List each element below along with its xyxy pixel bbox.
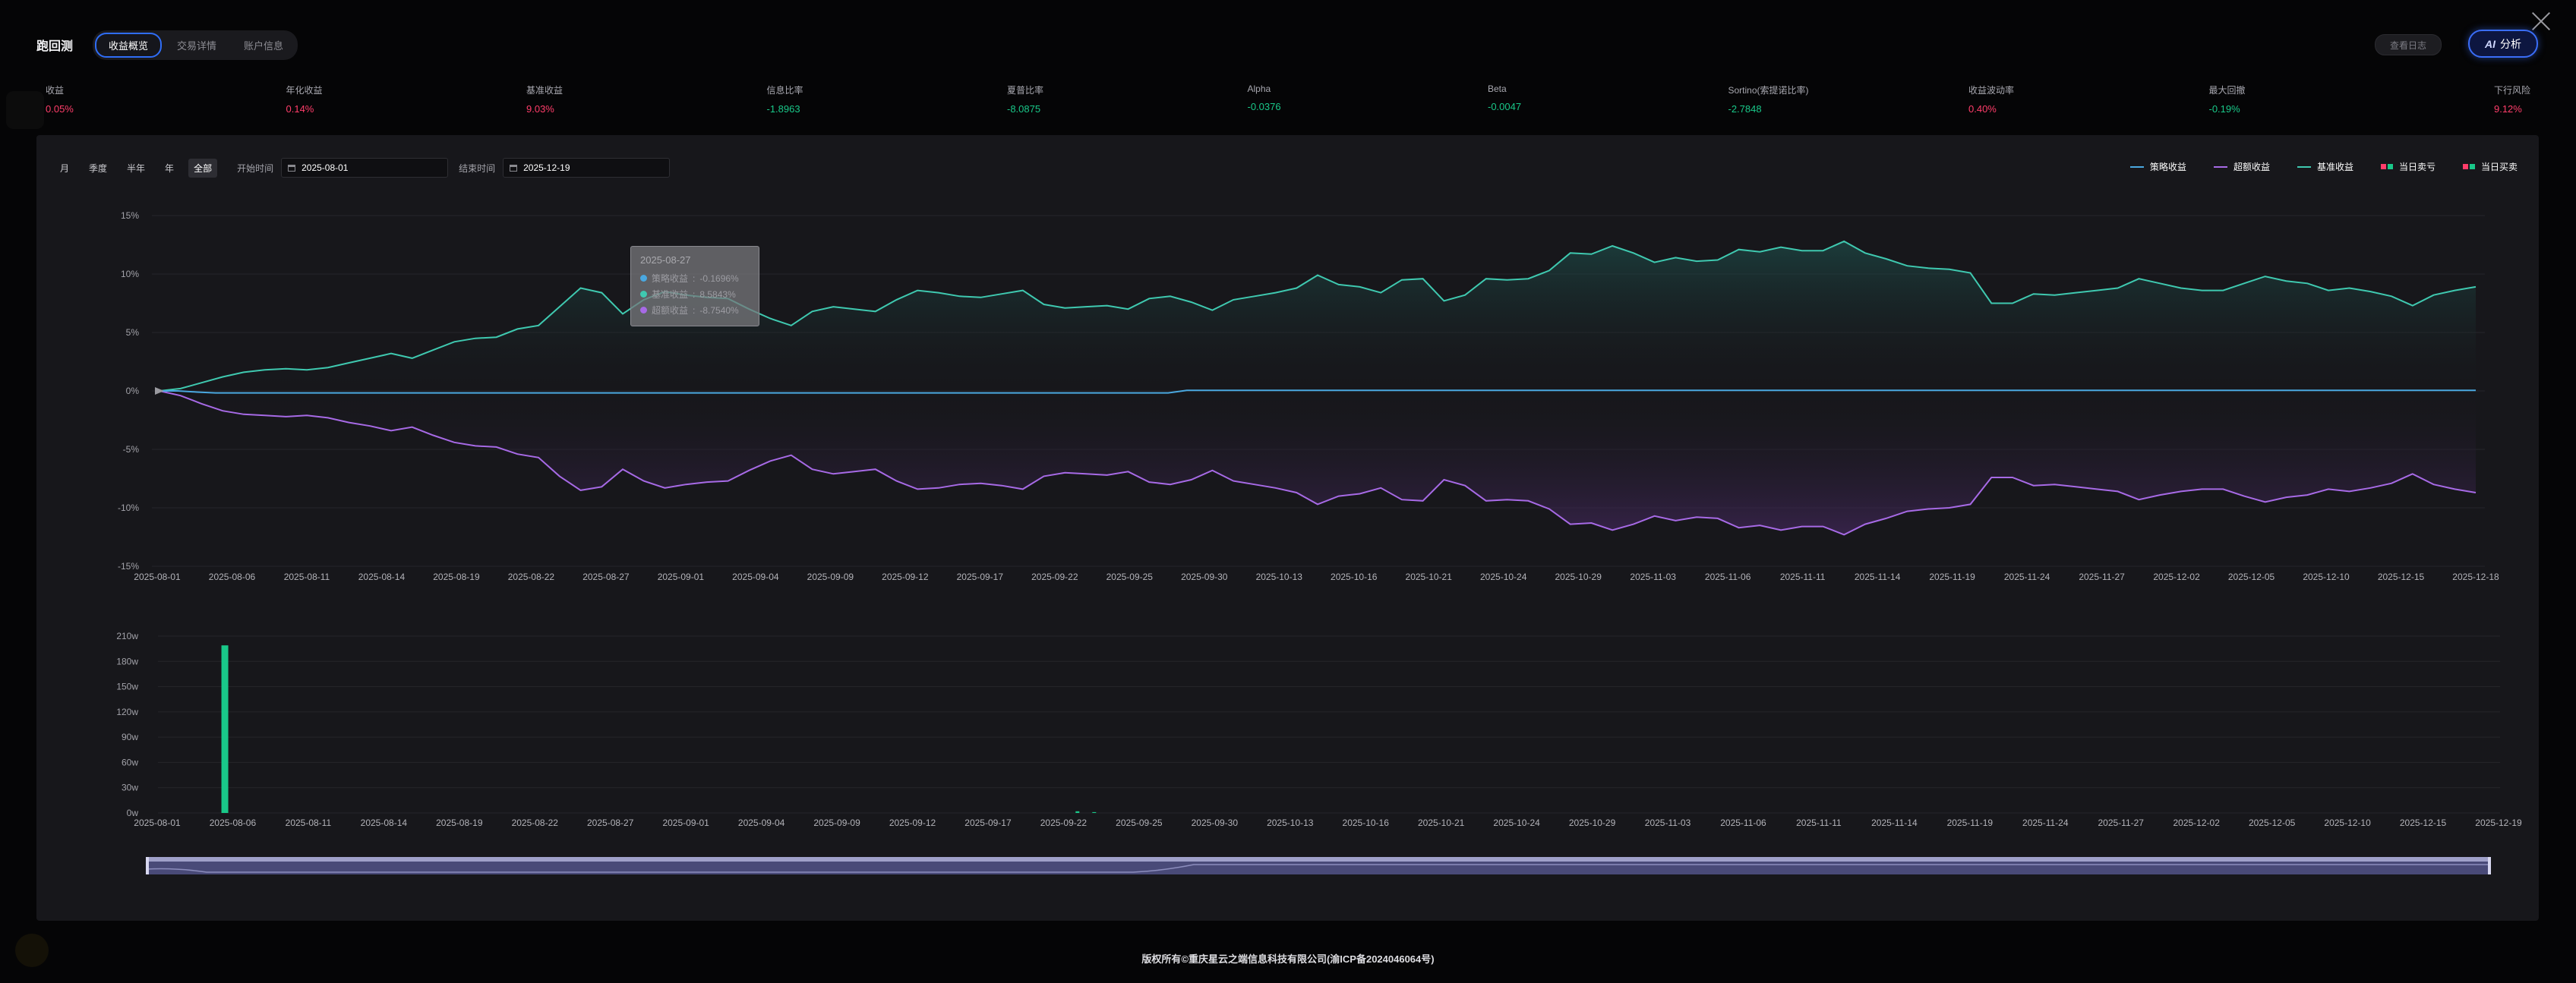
legend-item[interactable]: 当日卖亏 [2380,160,2436,173]
tab-account-info[interactable]: 账户信息 [232,33,295,58]
legend-item[interactable]: 当日买卖 [2462,160,2518,173]
period-half-year[interactable]: 半年 [122,159,150,178]
metric-label: Alpha [1247,83,1271,94]
tooltip-dot [640,275,647,282]
metric-value: -8.0875 [1007,103,1041,115]
metric-value: -2.7848 [1728,103,1762,115]
metric-item: 夏普比率 -8.0875 [1007,83,1043,115]
tooltip-dot [640,291,647,298]
modal-header: 跑回测 收益概览 交易详情 账户信息 [36,30,298,60]
metric-item: 收益波动率 0.40% [1968,83,2014,115]
tooltip-label: 策略收益 [652,273,689,284]
ai-icon: AI [2485,37,2496,50]
metric-value: 0.14% [286,103,314,115]
backtest-modal: 跑回测 收益概览 交易详情 账户信息 查看日志 AI 分析 收益 0.05% 年化收… [0,0,2576,983]
metric-value: -0.0047 [1488,101,1522,112]
close-icon[interactable] [2527,8,2555,35]
tab-group: 收益概览 交易详情 账户信息 [93,30,298,60]
slider-handle-left[interactable] [146,857,149,874]
metric-item: Beta -0.0047 [1488,83,1521,112]
view-log-button[interactable]: 查看日志 [2375,34,2442,55]
tooltip-row: 基准收益: 8.5843% [640,286,750,302]
legend-item[interactable]: 超额收益 [2213,160,2270,173]
start-date-label: 开始时间 [237,162,274,174]
metric-label: 收益波动率 [1968,85,2015,96]
legend-label: 策略收益 [2149,162,2186,172]
tab-returns-overview[interactable]: 收益概览 [95,32,163,58]
tooltip-date: 2025-08-27 [640,254,691,266]
legend-line-icon [2129,165,2144,168]
legend-label: 当日卖亏 [2398,162,2436,172]
end-date-input[interactable]: 2025-12-19 [503,158,671,178]
start-date-value: 2025-08-01 [301,162,349,173]
metric-label: 年化收益 [286,85,323,96]
legend-label: 基准收益 [2316,162,2353,172]
tooltip-value: -0.1696% [699,273,739,284]
metric-value: -0.0376 [1247,101,1281,112]
metric-label: 信息比率 [766,85,803,96]
metric-item: Alpha -0.0376 [1248,83,1281,112]
metric-item: 年化收益 0.14% [286,83,323,115]
metric-label: 基准收益 [526,85,564,96]
metric-value: 0.40% [1968,103,1997,115]
footer-copyright: 版权所有©重庆星云之端信息科技有限公司(渝ICP备2024046064号) [1141,953,1435,965]
metric-item: 最大回撤 -0.19% [2209,83,2246,115]
period-quarter[interactable]: 季度 [84,159,112,178]
metric-label: 收益 [46,85,65,96]
legend-label: 超额收益 [2233,162,2270,172]
modal-title: 跑回测 [36,40,74,53]
ai-analysis-label: 分析 [2500,37,2521,50]
chart-tooltip: 2025-08-27 策略收益: -0.1696% 基准收益: 8.5843% … [630,246,759,326]
metric-item: 基准收益 9.03% [526,83,563,115]
metric-value: -0.19% [2208,103,2240,115]
metric-item: 信息比率 -1.8963 [767,83,803,115]
tooltip-value: 8.5843% [699,288,736,300]
tooltip-label: 基准收益 [652,289,689,300]
metric-label: Sortino(索提诺比率) [1728,85,1809,96]
tooltip-label: 超额收益 [652,305,689,316]
legend-label: 当日买卖 [2480,162,2518,172]
chart-panel: 月 季度 半年 年 全部 开始时间 2025-08-01 结束时间 2025-1… [36,135,2539,921]
metric-label: 最大回撤 [2208,85,2246,96]
legend-line-icon [2213,165,2227,168]
metric-label: 下行风险 [2493,85,2530,96]
metric-item: 下行风险 9.12% [2494,83,2530,115]
metric-value: -1.8963 [766,103,800,115]
data-zoom-slider[interactable] [146,857,2491,874]
tooltip-value: -8.7540% [699,304,739,316]
end-date-value: 2025-12-19 [523,162,570,173]
metric-value: 9.03% [526,103,554,115]
period-all[interactable]: 全部 [188,158,218,178]
metric-item: 收益 0.05% [46,83,74,115]
chart-legend: 策略收益 超额收益 基准收益 当日卖亏 当日买卖 [2129,160,2518,173]
legend-item[interactable]: 基准收益 [2297,160,2353,173]
tab-trade-details[interactable]: 交易详情 [165,33,229,58]
metric-item: Sortino(索提诺比率) -2.7848 [1728,83,1809,115]
slider-handle-right[interactable] [2488,857,2491,874]
metric-value: 0.05% [46,103,74,115]
period-month[interactable]: 月 [55,159,74,178]
calendar-icon [510,164,518,172]
metric-label: 夏普比率 [1007,85,1044,96]
tooltip-row: 超额收益: -8.7540% [640,302,750,318]
period-year[interactable]: 年 [159,159,179,178]
start-date-input[interactable]: 2025-08-01 [281,158,449,178]
metrics-row: 收益 0.05% 年化收益 0.14% 基准收益 9.03% 信息比率 -1.8963 夏普比率… [46,83,2530,115]
end-date-label: 结束时间 [459,162,496,174]
metric-label: Beta [1488,83,1507,94]
calendar-icon [288,164,296,172]
tooltip-row: 策略收益: -0.1696% [640,270,750,286]
ai-analysis-button[interactable]: AI 分析 [2468,30,2538,58]
metric-value: 9.12% [2493,103,2522,115]
legend-square-icon [2462,164,2475,169]
chart-controls: 月 季度 半年 年 全部 开始时间 2025-08-01 结束时间 2025-1… [55,158,671,178]
tooltip-dot [640,307,647,313]
legend-item[interactable]: 策略收益 [2129,160,2186,173]
legend-line-icon [2297,165,2311,168]
legend-square-icon [2380,164,2393,169]
